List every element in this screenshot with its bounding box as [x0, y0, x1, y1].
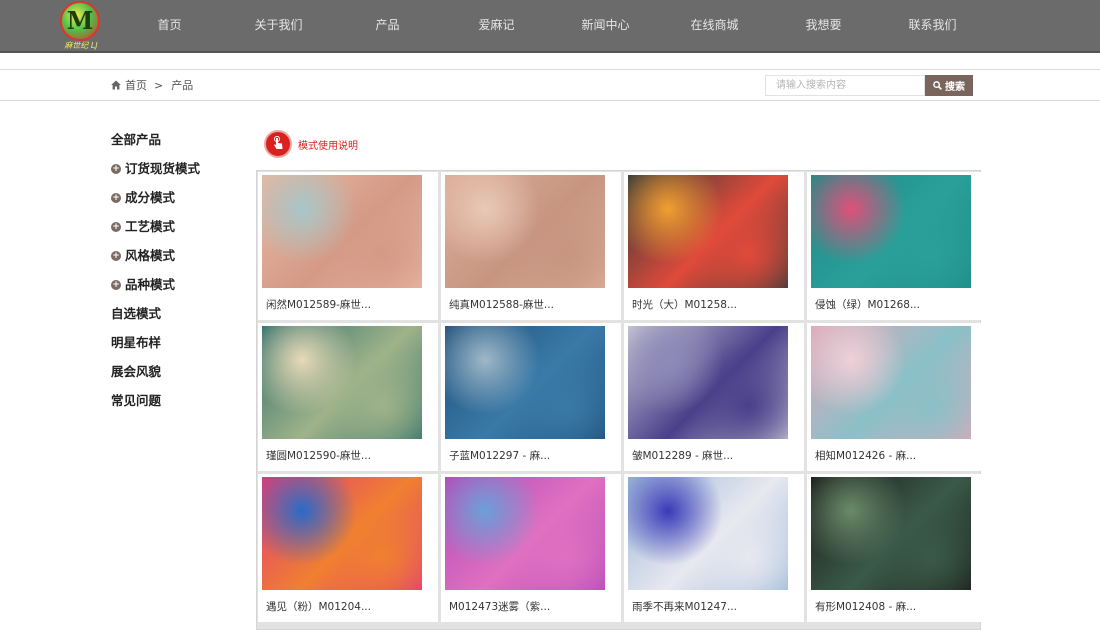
product-card[interactable]: 纯真M012588-麻世... — [441, 172, 621, 320]
product-card[interactable]: 时光（大）M01258... — [624, 172, 804, 320]
nav-item-contact[interactable]: 联系我们 — [878, 0, 987, 50]
product-image[interactable] — [445, 477, 605, 590]
sidebar-item-craft[interactable]: + 工艺模式 — [111, 218, 241, 247]
breadcrumb-home[interactable]: 首页 — [125, 77, 147, 93]
sidebar-item-label: 全部产品 — [111, 132, 162, 147]
sidebar-item-label: 展会风貌 — [111, 364, 162, 379]
sidebar-item-label: 成分模式 — [125, 190, 176, 205]
sidebar-item-label: 自选模式 — [111, 306, 162, 321]
sidebar-item-star-samples[interactable]: 明星布样 — [111, 334, 241, 363]
expand-plus-icon: + — [111, 280, 121, 290]
product-image[interactable] — [445, 175, 605, 288]
breadcrumb-current: 产品 — [171, 79, 194, 92]
product-name[interactable]: 侵蚀（绿）M01268... — [815, 297, 920, 312]
product-card[interactable]: 有形M012408 - 麻... — [807, 474, 987, 622]
product-image[interactable] — [445, 326, 605, 439]
sidebar-item-exhibitions[interactable]: 展会风貌 — [111, 363, 241, 392]
sidebar-item-self-select[interactable]: 自选模式 — [111, 305, 241, 334]
product-card[interactable]: 子蓝M012297 - 麻... — [441, 323, 621, 471]
product-name[interactable]: 子蓝M012297 - 麻... — [449, 448, 550, 463]
search-button-label: 搜索 — [945, 82, 965, 93]
mode-guide-label: 模式使用说明 — [298, 140, 358, 152]
sidebar-item-label: 常见问题 — [111, 393, 162, 408]
product-card[interactable]: 雨季不再来M01247... — [624, 474, 804, 622]
product-image[interactable] — [628, 326, 788, 439]
hand-pointer-icon — [264, 130, 292, 158]
breadcrumb-bar: 首页 > 产品 搜索 — [0, 69, 1100, 101]
breadcrumb: 首页 > 产品 — [111, 70, 193, 100]
mode-guide-link[interactable]: 模式使用说明 — [264, 130, 358, 158]
sidebar-item-all[interactable]: 全部产品 — [111, 131, 241, 160]
site-logo[interactable]: M 麻世纪 LJ — [56, 1, 106, 50]
product-card[interactable]: 相知M012426 - 麻... — [807, 323, 987, 471]
logo-mark: M — [66, 6, 94, 35]
product-image[interactable] — [811, 175, 971, 288]
product-image[interactable] — [811, 326, 971, 439]
product-card[interactable]: 遇见（粉）M01204... — [258, 474, 438, 622]
product-grid: 闲然M012589-麻世... 纯真M012588-麻世... 时光（大）M01… — [256, 170, 987, 630]
product-name[interactable]: M012473迷雾（紫... — [449, 599, 550, 614]
sidebar-item-label: 明星布样 — [111, 335, 162, 350]
top-nav-bar: M 麻世纪 LJ 首页 关于我们 产品 爱麻记 新闻中心 在线商城 我想要 联系… — [0, 0, 1100, 53]
expand-plus-icon: + — [111, 164, 121, 174]
nav-item-shop[interactable]: 在线商城 — [660, 0, 769, 50]
breadcrumb-separator: > — [154, 78, 164, 92]
product-card[interactable]: M012473迷雾（紫... — [441, 474, 621, 622]
home-icon — [111, 80, 121, 90]
search-button[interactable]: 搜索 — [925, 75, 973, 96]
logo-emblem: M — [60, 1, 100, 41]
product-image[interactable] — [628, 175, 788, 288]
sidebar-item-label: 订货现货模式 — [125, 161, 201, 176]
sidebar-item-faq[interactable]: 常见问题 — [111, 392, 241, 421]
product-card[interactable]: 瑾圆M012590-麻世... — [258, 323, 438, 471]
product-card[interactable]: 皱M012289 - 麻世... — [624, 323, 804, 471]
product-name[interactable]: 雨季不再来M01247... — [632, 599, 737, 614]
product-name[interactable]: 闲然M012589-麻世... — [266, 297, 371, 312]
search-icon — [933, 81, 942, 90]
search-input[interactable] — [765, 75, 925, 96]
nav-item-about[interactable]: 关于我们 — [224, 0, 333, 50]
product-image[interactable] — [811, 477, 971, 590]
product-card[interactable]: 闲然M012589-麻世... — [258, 172, 438, 320]
nav-item-news[interactable]: 新闻中心 — [551, 0, 660, 50]
sidebar-item-label: 工艺模式 — [125, 219, 176, 234]
expand-plus-icon: + — [111, 193, 121, 203]
product-image[interactable] — [262, 326, 422, 439]
nav-item-blog[interactable]: 爱麻记 — [442, 0, 551, 50]
product-name[interactable]: 瑾圆M012590-麻世... — [266, 448, 371, 463]
sidebar-item-variety[interactable]: + 品种模式 — [111, 276, 241, 305]
sidebar-item-order-stock[interactable]: + 订货现货模式 — [111, 160, 241, 189]
sidebar-item-composition[interactable]: + 成分模式 — [111, 189, 241, 218]
product-name[interactable]: 皱M012289 - 麻世... — [632, 448, 733, 463]
nav-item-want[interactable]: 我想要 — [769, 0, 878, 50]
product-image[interactable] — [262, 477, 422, 590]
product-name[interactable]: 时光（大）M01258... — [632, 297, 737, 312]
product-name[interactable]: 纯真M012588-麻世... — [449, 297, 554, 312]
main-nav: 首页 关于我们 产品 爱麻记 新闻中心 在线商城 我想要 联系我们 — [115, 0, 987, 50]
product-name[interactable]: 有形M012408 - 麻... — [815, 599, 916, 614]
product-name[interactable]: 相知M012426 - 麻... — [815, 448, 916, 463]
product-image[interactable] — [628, 477, 788, 590]
sidebar-item-label: 品种模式 — [125, 277, 176, 292]
nav-item-home[interactable]: 首页 — [115, 0, 224, 50]
nav-item-products[interactable]: 产品 — [333, 0, 442, 50]
logo-script: 麻世纪 LJ — [64, 41, 98, 50]
product-name[interactable]: 遇见（粉）M01204... — [266, 599, 371, 614]
category-sidebar: 全部产品 + 订货现货模式 + 成分模式 + 工艺模式 + 风格模式 + 品种模… — [111, 131, 241, 421]
sidebar-item-label: 风格模式 — [125, 248, 176, 263]
sidebar-item-style[interactable]: + 风格模式 — [111, 247, 241, 276]
expand-plus-icon: + — [111, 251, 121, 261]
product-image[interactable] — [262, 175, 422, 288]
expand-plus-icon: + — [111, 222, 121, 232]
product-card[interactable]: 侵蚀（绿）M01268... — [807, 172, 987, 320]
